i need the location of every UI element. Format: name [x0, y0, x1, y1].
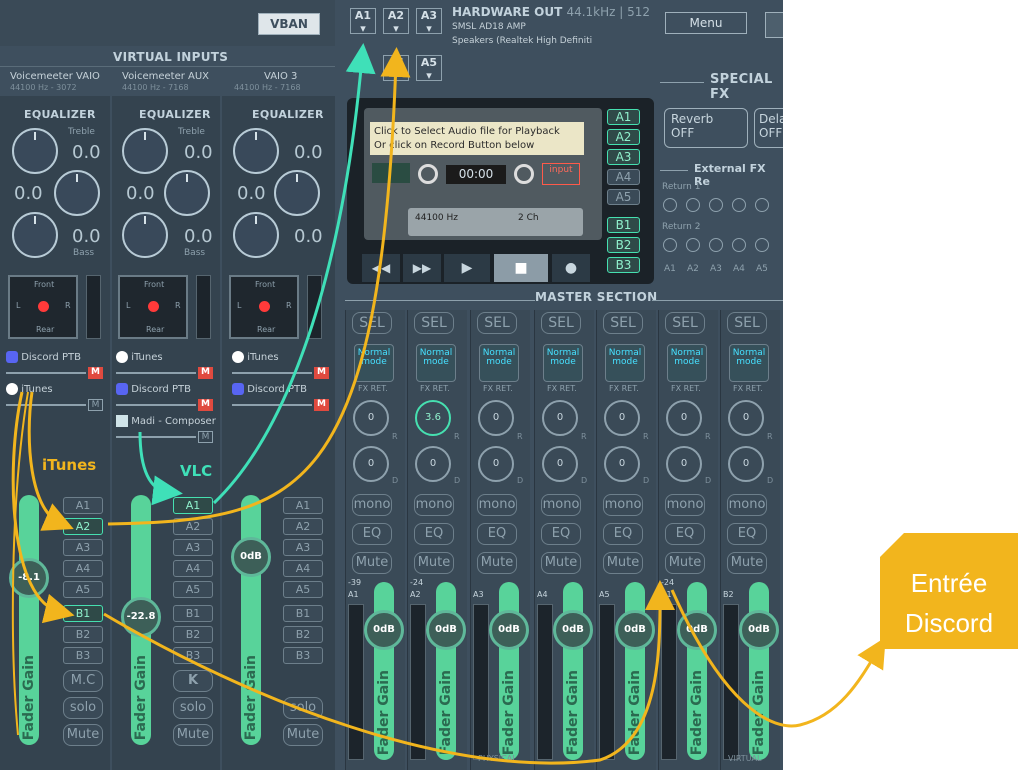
folded-corner-icon [880, 533, 904, 557]
itunes-to-b1-arrow [11, 391, 75, 624]
itunes-annotation: iTunes [42, 456, 97, 474]
a1-to-hw-arrow [212, 43, 376, 505]
master-to-discord-arrow [670, 589, 886, 728]
b1-to-master-arrow [103, 580, 675, 765]
vlc-annotation: VLC [180, 462, 213, 480]
discord-input-label: Entrée Discord [880, 533, 1018, 649]
vlc-to-a1-arrow [138, 431, 183, 506]
routing-arrows [11, 43, 886, 765]
